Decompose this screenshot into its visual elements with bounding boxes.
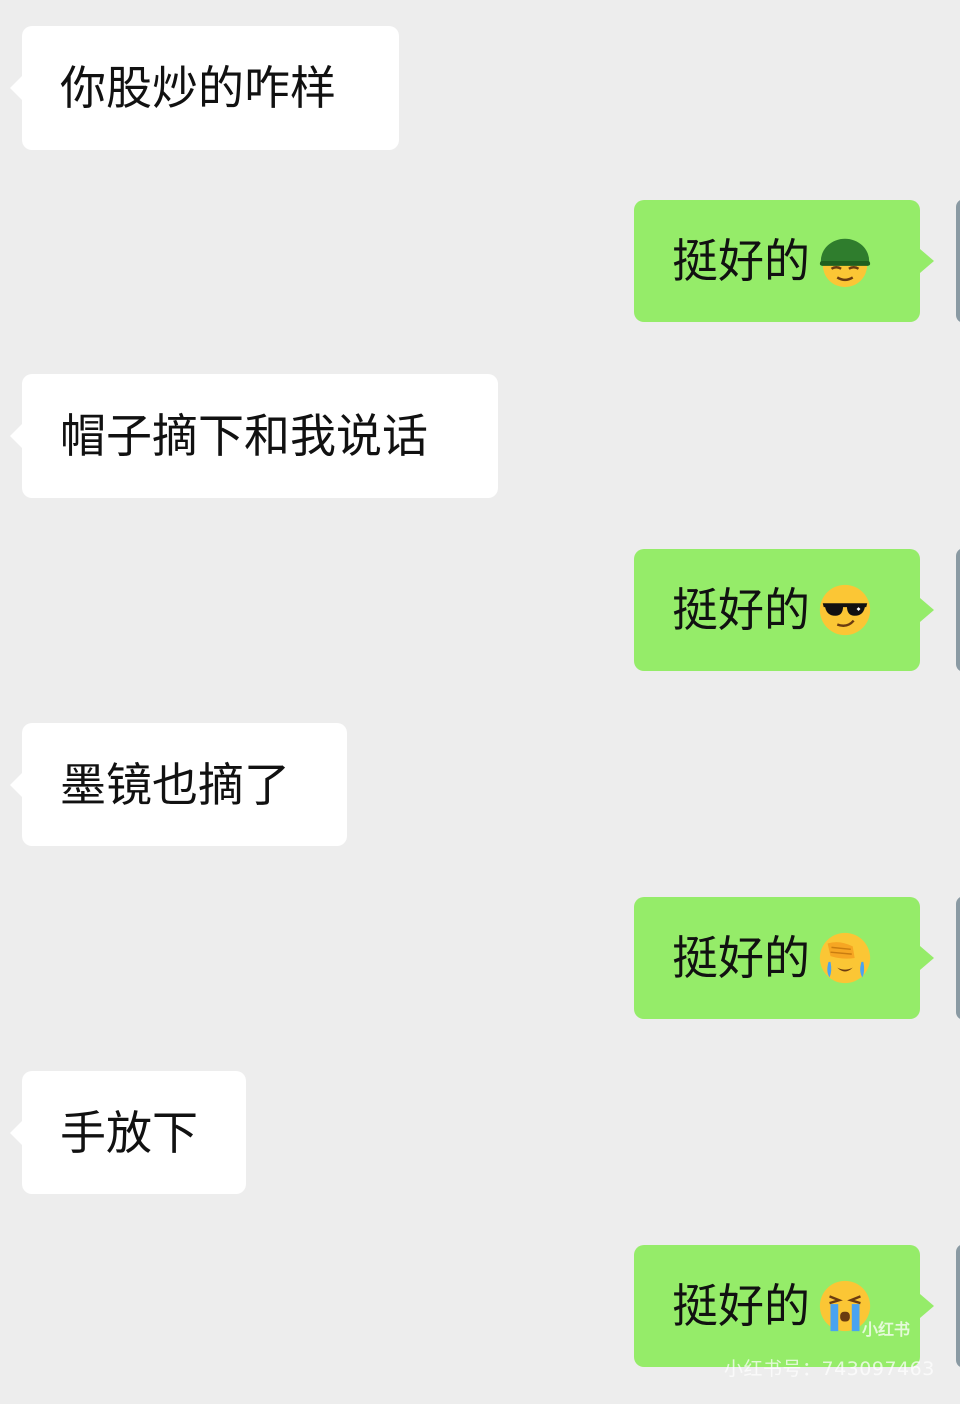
- incoming-message-bubble[interactable]: 手放下: [10, 1071, 246, 1194]
- avatar[interactable]: [956, 896, 960, 1020]
- message-text: 墨镜也摘了: [60, 757, 290, 812]
- outgoing-message-bubble[interactable]: 挺好的: [634, 200, 934, 322]
- outgoing-message-bubble[interactable]: 挺好的: [634, 897, 934, 1019]
- message-text: 挺好的: [672, 1279, 810, 1333]
- incoming-message-bubble[interactable]: 你股炒的咋样: [10, 26, 399, 150]
- incoming-message-bubble[interactable]: 墨镜也摘了: [10, 723, 347, 846]
- avatar[interactable]: [956, 548, 960, 672]
- avatar[interactable]: [956, 1244, 960, 1368]
- watermark-logo: 小红书: [862, 1320, 911, 1339]
- outgoing-message-bubble[interactable]: 挺好的: [634, 549, 934, 671]
- facepalm-face-icon: [816, 929, 874, 987]
- message-text: 挺好的: [672, 583, 810, 637]
- message-text: 手放下: [60, 1105, 198, 1160]
- helmet-face-icon: [816, 232, 874, 290]
- avatar[interactable]: [956, 199, 960, 323]
- message-text: 挺好的: [672, 234, 810, 288]
- outgoing-message-bubble[interactable]: 挺好的: [634, 1245, 934, 1367]
- chat-area: 你股炒的咋样 挺好的 帽子摘下和我说话 挺好的 墨镜也摘了 挺好的 手放下 挺好…: [0, 0, 960, 1404]
- message-text: 你股炒的咋样: [60, 61, 336, 115]
- incoming-message-bubble[interactable]: 帽子摘下和我说话: [10, 374, 498, 498]
- watermark-id: 小红书号：743097463: [724, 1358, 935, 1380]
- message-text: 挺好的: [672, 931, 810, 985]
- message-text: 帽子摘下和我说话: [60, 409, 428, 463]
- sunglasses-face-icon: [816, 581, 874, 639]
